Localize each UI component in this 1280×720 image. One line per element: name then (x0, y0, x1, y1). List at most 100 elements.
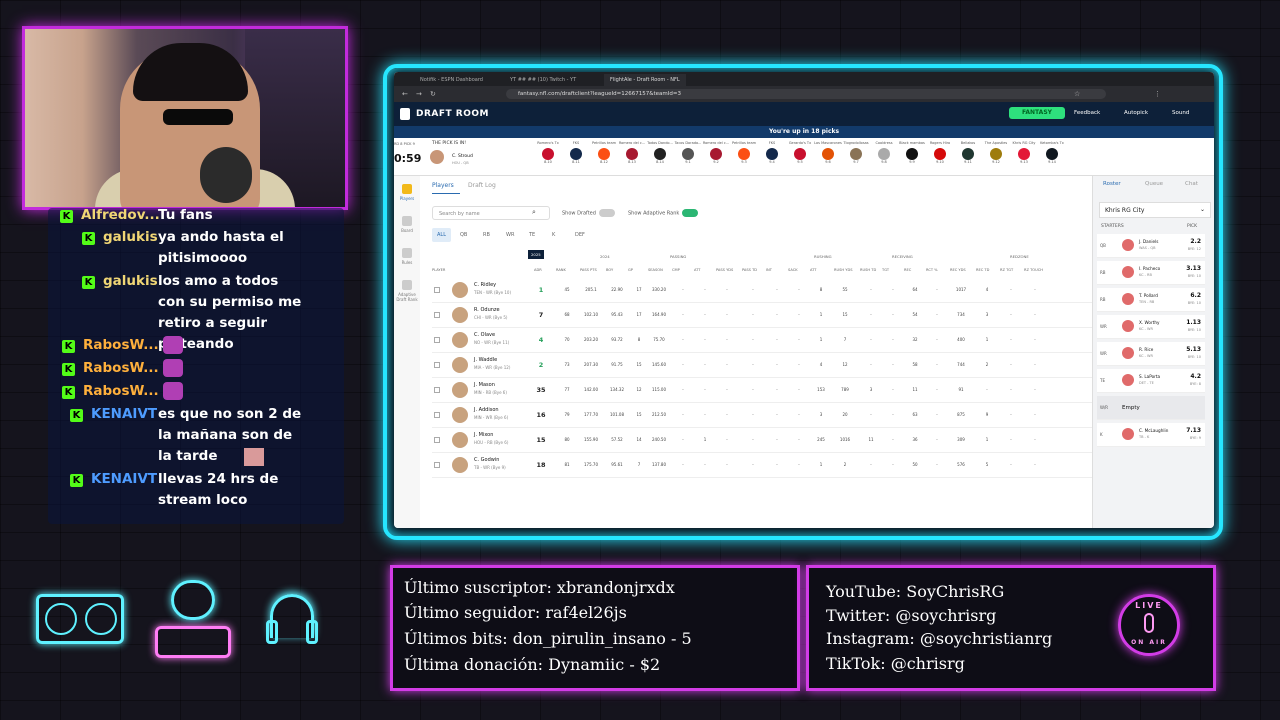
search-icon[interactable]: ⌕ (532, 208, 536, 217)
player-name[interactable]: J. Mixon (474, 432, 493, 438)
roster-slot[interactable]: K C. McLaughlin TB - K 7.13 BYE: 9 (1097, 423, 1205, 447)
stat-cell: - (776, 337, 778, 342)
live-text: LIVE (1135, 601, 1163, 610)
roster-slot[interactable]: QB J. Daniels WAS - QB 2.2 BYE: 12 (1097, 234, 1205, 258)
position-filter-all[interactable]: ALL (432, 228, 451, 242)
roster-slot[interactable]: RB I. Pacheco KC - RB 3.13 BYE: 10 (1097, 261, 1205, 285)
column-header[interactable]: SEASON (648, 268, 663, 272)
tab-queue[interactable]: Queue (1145, 181, 1163, 187)
player-row[interactable]: C. Olave NO - WR (Bye 11) 4 70 203.20 93.72 8 7… (432, 328, 1092, 353)
player-name[interactable]: C. Godwin (474, 457, 499, 463)
column-header[interactable]: ADR (534, 268, 542, 272)
url-input[interactable]: fantasy.nfl.com/draftclient?leagueId=126… (506, 89, 1106, 99)
team-select[interactable]: Khris RG City ⌄ (1099, 202, 1211, 218)
feedback-button[interactable]: Feedback (1074, 110, 1100, 116)
browser-tab-active[interactable]: FlightAle - Draft Room - NFL (604, 74, 686, 86)
stat-cell: 68 (564, 312, 570, 317)
position-filter-qb[interactable]: QB (455, 228, 472, 242)
column-header[interactable]: INT (766, 268, 772, 272)
player-name[interactable]: J. Waddle (474, 357, 497, 363)
sound-toggle[interactable]: Sound (1172, 110, 1189, 116)
player-name[interactable]: C. Olave (474, 332, 495, 338)
queue-flag-icon[interactable] (434, 337, 440, 343)
stat-cell: 57.52 (611, 437, 623, 442)
queue-flag-icon[interactable] (434, 462, 440, 468)
player-row[interactable]: C. Ridley TEN - WR (Bye 10) 1 45 205.1 22.90 1… (432, 278, 1092, 303)
player-row[interactable]: R. Odunze CHI - WR (Bye 5) 7 68 102.10 95.43 1… (432, 303, 1092, 328)
stat-cell: 54 (912, 312, 918, 317)
column-header[interactable]: REC (904, 268, 911, 272)
player-team: MIA - WR (Bye 12) (474, 365, 511, 370)
queue-flag-icon[interactable] (434, 287, 440, 293)
stat-cell: 17 (636, 287, 642, 292)
stat-cell: 17 (636, 312, 642, 317)
player-name[interactable]: C. Ridley (474, 282, 496, 288)
tab-players[interactable]: Players (432, 182, 454, 189)
fantasy-plus-badge[interactable]: FANTASY (1009, 107, 1065, 119)
column-header[interactable]: PASS PTS (580, 268, 597, 272)
queue-flag-icon[interactable] (434, 412, 440, 418)
queue-flag-icon[interactable] (434, 362, 440, 368)
roster-slot[interactable]: WR X. Worthy KC - WR 1.13 BYE: 10 (1097, 315, 1205, 339)
nav-board[interactable]: Board (396, 216, 418, 233)
stat-cell: - (704, 412, 706, 417)
nav-rules[interactable]: Rules (396, 248, 418, 265)
autopick-toggle[interactable]: Autopick (1124, 110, 1148, 116)
player-row[interactable]: J. Mixon HOU - RB (Bye 6) 15 80 155.90 57.52 1… (432, 428, 1092, 453)
column-header[interactable]: GP (628, 268, 633, 272)
queue-flag-icon[interactable] (434, 387, 440, 393)
show-adaptive-toggle[interactable]: Show Adaptive Rank (628, 209, 699, 217)
player-name[interactable]: J. Mason (474, 382, 495, 388)
column-header[interactable]: RZ TOUCH (1024, 268, 1043, 272)
column-header[interactable]: ATT (694, 268, 701, 272)
position-filter-te[interactable]: TE (524, 228, 540, 242)
position-filter-rb[interactable]: RB (478, 228, 495, 242)
stat-cell: 8 (637, 337, 641, 342)
stat-cell: 8 (819, 287, 823, 292)
browser-tab[interactable]: Notifik - ESPN Dashboard (414, 74, 489, 86)
tab-chat[interactable]: Chat (1185, 181, 1198, 187)
column-header[interactable]: RZ TGT (1000, 268, 1013, 272)
column-header[interactable]: RANK (556, 268, 566, 272)
queue-flag-icon[interactable] (434, 312, 440, 318)
player-name[interactable]: J. Addison (474, 407, 499, 413)
column-header[interactable]: REC TD (976, 268, 989, 272)
browser-tab[interactable]: YT ## ## (10) Twitch - YT (504, 74, 582, 86)
column-header[interactable]: BOY (606, 268, 613, 272)
position-filter-wr[interactable]: WR (501, 228, 519, 242)
show-drafted-toggle[interactable]: Show Drafted (562, 209, 615, 217)
column-header[interactable]: SACK (788, 268, 798, 272)
roster-slot[interactable]: TE S. LaPorta DET - TE 4.2 BYE: 8 (1097, 369, 1205, 393)
column-header[interactable]: PASS TD (742, 268, 757, 272)
nav-adaptive-rank[interactable]: Adaptive Draft Rank (396, 280, 418, 302)
player-team: CHI - WR (Bye 5) (474, 315, 508, 320)
bookmark-star-icon[interactable]: ☆ (1074, 90, 1080, 98)
player-row[interactable]: C. Godwin TB - WR (Bye 9) 18 81 175.70 95.61 7… (432, 453, 1092, 478)
player-row[interactable]: J. Waddle MIA - WR (Bye 12) 2 73 207.30 91.75… (432, 353, 1092, 378)
column-header[interactable]: CMP (672, 268, 680, 272)
column-header[interactable]: TGT (882, 268, 889, 272)
roster-slot[interactable]: WR R. Rice KC - WR 5.13 BYE: 10 (1097, 342, 1205, 366)
roster-slot[interactable]: RB T. Pollard TEN - RB 6.2 BYE: 10 (1097, 288, 1205, 312)
column-header[interactable]: PASS YDS (716, 268, 733, 272)
tab-draft-log[interactable]: Draft Log (468, 182, 496, 189)
extensions-icon[interactable]: ⋮ (1154, 90, 1161, 98)
player-row[interactable]: J. Mason MIN - RB (Bye 6) 35 77 142.00 134.32… (432, 378, 1092, 403)
column-header[interactable]: RCT % (926, 268, 938, 272)
column-header[interactable]: REC YDS (950, 268, 966, 272)
player-name[interactable]: R. Odunze (474, 307, 500, 313)
tab-roster[interactable]: Roster (1103, 181, 1121, 187)
column-header[interactable]: RUSH YDS (834, 268, 853, 272)
roster-slot[interactable]: W/R Empty (1097, 396, 1205, 420)
position-filter-def[interactable]: DEF (570, 228, 590, 242)
player-row[interactable]: J. Addison MIN - WR (Bye 6) 16 79 177.70 101.… (432, 403, 1092, 428)
back-icon[interactable]: ← (402, 90, 408, 98)
column-header[interactable]: RUSH TD (860, 268, 876, 272)
column-header[interactable]: PLAYER (432, 268, 445, 272)
nav-players[interactable]: Players (396, 184, 418, 201)
column-header[interactable]: ATT (810, 268, 817, 272)
reload-icon[interactable]: ↻ (430, 90, 436, 98)
queue-flag-icon[interactable] (434, 437, 440, 443)
position-filter-k[interactable]: K (547, 228, 560, 242)
forward-icon[interactable]: → (416, 90, 422, 98)
